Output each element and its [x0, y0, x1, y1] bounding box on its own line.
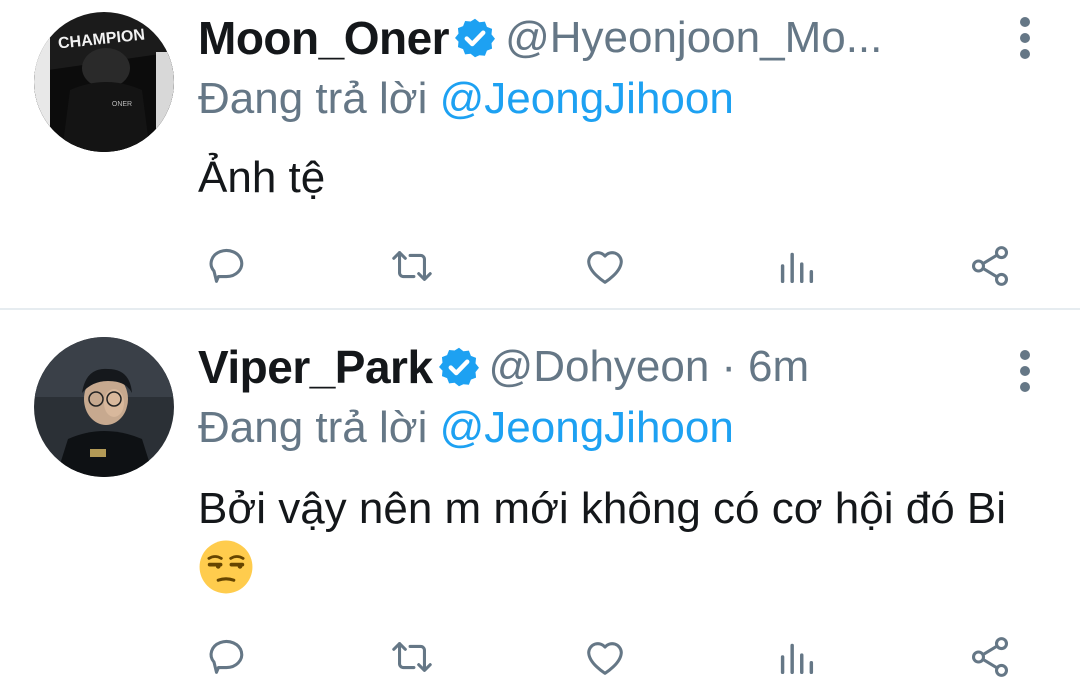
verified-badge-icon	[455, 18, 496, 58]
unamused-face-emoji-icon	[199, 540, 253, 594]
like-button[interactable]	[575, 627, 635, 687]
retweet-icon	[392, 251, 432, 281]
replying-to: Đang trả lời @JeongJihoon	[198, 74, 734, 124]
like-icon	[587, 251, 623, 284]
reply-icon	[209, 248, 244, 283]
retweet-button[interactable]	[382, 627, 442, 687]
more-icon[interactable]	[1018, 347, 1032, 395]
action-bar	[190, 627, 1020, 687]
separator-dot: ·	[721, 342, 736, 391]
share-button[interactable]	[960, 627, 1020, 687]
action-bar	[190, 236, 1020, 296]
tweet[interactable]: CHAMPION ONER Moon_Oner @Hyeonjoon_Mo...…	[0, 0, 1080, 310]
reply-icon	[209, 639, 244, 674]
like-icon	[587, 642, 623, 675]
analytics-button[interactable]	[766, 236, 826, 296]
user-handle[interactable]: @Dohyeon	[489, 342, 710, 392]
tweet-text-content: Bởi vậy nên m mới không có cơ hội đó Bi	[198, 484, 1007, 533]
replying-label: Đang trả lời	[198, 74, 428, 123]
retweet-button[interactable]	[382, 236, 442, 296]
share-icon	[971, 246, 1009, 286]
timestamp[interactable]: 6m	[748, 342, 809, 392]
display-name[interactable]: Moon_Oner	[198, 11, 450, 65]
avatar[interactable]	[34, 337, 174, 477]
reply-button[interactable]	[198, 627, 258, 687]
mention-link[interactable]: @JeongJihoon	[440, 403, 734, 452]
more-icon[interactable]	[1018, 14, 1032, 62]
user-handle[interactable]: @Hyeonjoon_Mo...	[505, 13, 882, 63]
replying-to: Đang trả lời @JeongJihoon	[198, 403, 734, 453]
tweet-header: Viper_Park @Dohyeon · 6m	[198, 337, 970, 397]
svg-text:ONER: ONER	[112, 101, 132, 108]
avatar[interactable]: CHAMPION ONER	[34, 12, 174, 152]
replying-label: Đang trả lời	[198, 403, 428, 452]
tweet-text: Ảnh tệ	[198, 153, 326, 202]
share-button[interactable]	[960, 236, 1020, 296]
tweet[interactable]: Viper_Park @Dohyeon · 6m Đang trả lời @J…	[0, 311, 1080, 692]
analytics-icon	[780, 643, 814, 675]
verified-badge-icon	[438, 347, 479, 387]
like-button[interactable]	[575, 236, 635, 296]
reply-button[interactable]	[198, 236, 258, 296]
mention-link[interactable]: @JeongJihoon	[440, 74, 734, 123]
retweet-icon	[392, 642, 432, 672]
analytics-icon	[780, 252, 814, 284]
share-icon	[971, 637, 1009, 677]
display-name[interactable]: Viper_Park	[198, 340, 433, 394]
analytics-button[interactable]	[766, 627, 826, 687]
tweet-text: Bởi vậy nên m mới không có cơ hội đó Bi	[198, 479, 1020, 601]
tweet-header: Moon_Oner @Hyeonjoon_Mo...	[198, 8, 970, 68]
